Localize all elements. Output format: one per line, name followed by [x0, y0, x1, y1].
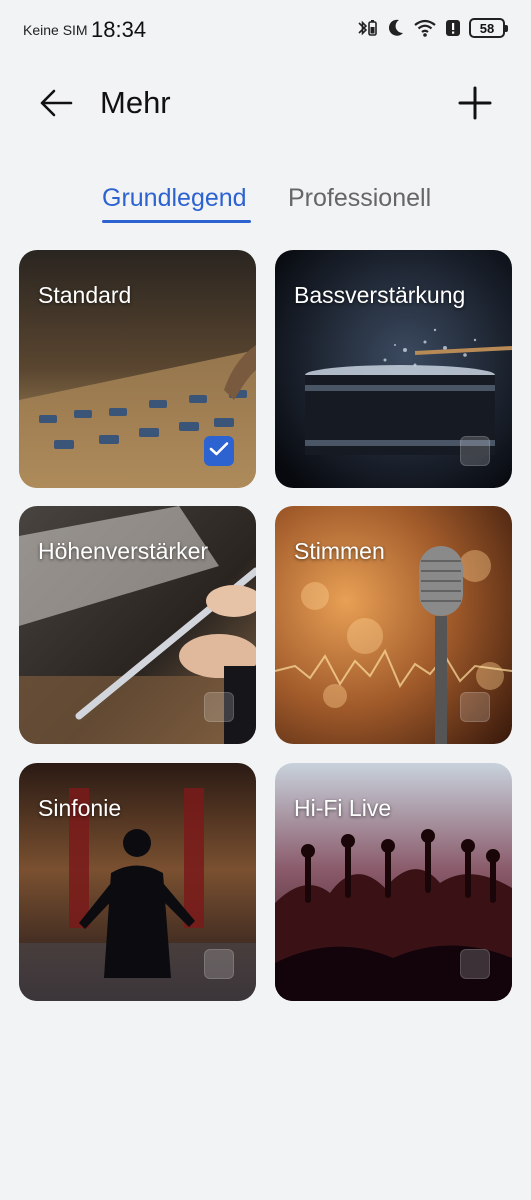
- preset-card-hoehenverstaerker[interactable]: Höhenverstärker: [19, 506, 256, 744]
- unselected-checkbox[interactable]: [460, 436, 490, 466]
- tab-grundlegend[interactable]: Grundlegend: [102, 184, 247, 213]
- add-button[interactable]: [453, 83, 497, 127]
- status-bar: Keine SIM 18:34 58: [0, 0, 531, 60]
- preset-card-hifi-live[interactable]: Hi-Fi Live: [275, 763, 512, 1001]
- back-button[interactable]: [34, 83, 78, 127]
- carrier-label: Keine SIM: [23, 22, 88, 38]
- page-title: Mehr: [100, 85, 171, 120]
- tab-indicator: [102, 220, 251, 223]
- preset-card-sinfonie[interactable]: Sinfonie: [19, 763, 256, 1001]
- status-icons: 58: [355, 18, 508, 38]
- unselected-checkbox[interactable]: [204, 949, 234, 979]
- preset-label: Sinfonie: [38, 795, 122, 821]
- preset-card-stimmen[interactable]: Stimmen: [275, 506, 512, 744]
- preset-label: Bassverstärkung: [294, 282, 466, 308]
- battery-indicator: 58: [469, 18, 508, 38]
- tab-professionell[interactable]: Professionell: [288, 184, 431, 213]
- app-header: Mehr: [0, 70, 531, 140]
- clock: 18:34: [91, 17, 147, 42]
- preset-card-standard[interactable]: Standard: [19, 250, 256, 488]
- unselected-checkbox[interactable]: [204, 692, 234, 722]
- checkmark-icon: [209, 441, 229, 462]
- wifi-icon: [413, 18, 437, 38]
- preset-label: Standard: [38, 282, 132, 308]
- preset-label: Hi-Fi Live: [294, 795, 392, 821]
- unselected-checkbox[interactable]: [460, 949, 490, 979]
- bluetooth-battery-icon: [355, 18, 379, 38]
- selected-checkbox[interactable]: [204, 436, 234, 466]
- battery-level: 58: [479, 20, 495, 36]
- arrow-left-icon: [39, 88, 73, 123]
- alert-icon: [445, 18, 461, 38]
- tab-bar: Grundlegend Professionell: [0, 180, 531, 230]
- preset-card-bassverstaerkung[interactable]: Bassverstärkung: [275, 250, 512, 488]
- plus-icon: [458, 86, 492, 125]
- preset-label: Stimmen: [294, 538, 385, 564]
- moon-icon: [387, 18, 405, 38]
- unselected-checkbox[interactable]: [460, 692, 490, 722]
- preset-label: Höhenverstärker: [38, 538, 209, 564]
